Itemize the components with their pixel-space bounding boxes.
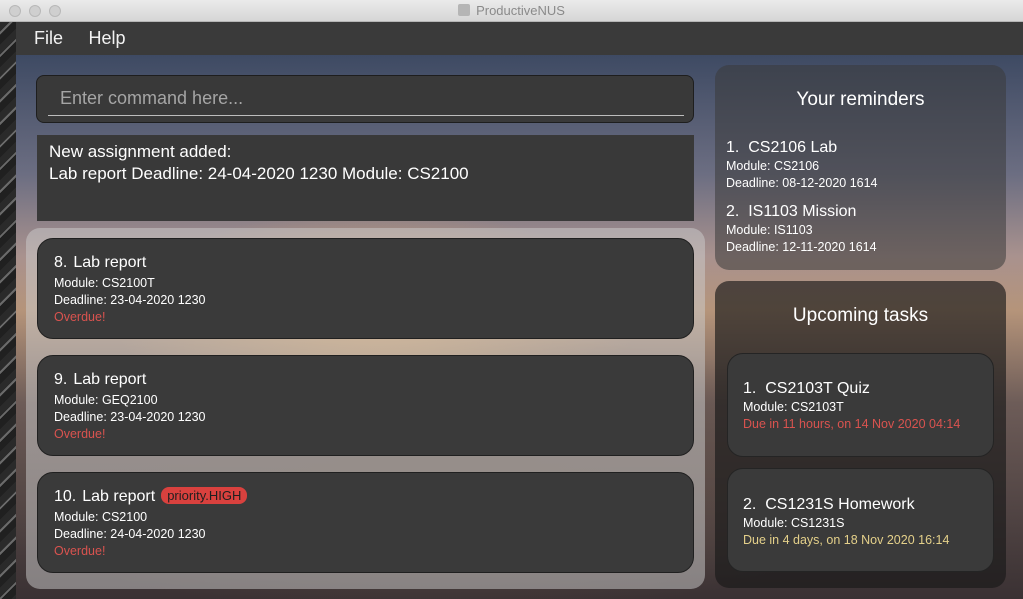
upcoming-due: Due in 4 days, on 18 Nov 2020 16:14 [743,533,950,547]
window-title: ProductiveNUS [476,3,565,18]
upcoming-tasks-panel: Upcoming tasks 1. CS2103T Quiz Module: C… [715,281,1006,588]
upcoming-card[interactable]: 1. CS2103T Quiz Module: CS2103T Due in 1… [727,353,994,457]
upcoming-index: 2. [743,496,757,513]
menu-bar: File Help [16,22,1023,55]
task-deadline: Deadline: 23-04-2020 1230 [54,410,206,424]
upcoming-name: CS2103T Quiz [765,380,870,397]
result-line-1: New assignment added: [49,142,232,161]
task-overdue-status: Overdue! [54,544,106,558]
reminder-item[interactable]: 1. CS2106 Lab Module: CS2106 Deadline: 0… [726,138,996,192]
reminder-deadline: Deadline: 12-11-2020 1614 [726,240,877,254]
task-module: Module: CS2100 [54,510,148,524]
task-card[interactable]: 9. Lab report Module: GEQ2100 Deadline: 2… [37,355,694,456]
upcoming-index: 1. [743,380,757,397]
upcoming-due: Due in 11 hours, on 14 Nov 2020 04:14 [743,417,961,431]
reminder-deadline: Deadline: 08-12-2020 1614 [726,176,878,190]
reminders-title: Your reminders [796,89,925,110]
task-card[interactable]: 8. Lab report Module: CS2100T Deadline: 2… [37,238,694,339]
task-title: 8. Lab report [54,253,677,275]
task-module: Module: CS2100T [54,276,155,290]
task-index: 10. [54,488,77,505]
reminder-name: IS1103 Mission [748,203,857,220]
upcoming-module: Module: CS2103T [743,400,844,414]
menu-help[interactable]: Help [88,22,125,55]
window-title-area: ProductiveNUS [0,0,1023,22]
app-icon [458,4,471,16]
result-display: New assignment added: Lab report Deadlin… [37,135,694,221]
upcoming-module: Module: CS1231S [743,516,845,530]
result-line-2: Lab report Deadline: 24-04-2020 1230 Mod… [49,164,469,183]
title-bar: ProductiveNUS [0,0,1023,22]
task-deadline: Deadline: 24-04-2020 1230 [54,527,206,541]
reminder-title: 2. IS1103 Mission [726,202,996,222]
task-name: Lab report [73,254,147,271]
command-input[interactable] [48,82,684,116]
task-card[interactable]: 10. Lab report priority.HIGH Module: CS210… [37,472,694,573]
task-overdue-status: Overdue! [54,427,106,441]
task-deadline: Deadline: 23-04-2020 1230 [54,293,206,307]
reminder-title: 1. CS2106 Lab [726,138,996,158]
priority-badge: priority.HIGH [161,487,248,504]
main-content: New assignment added: Lab report Deadlin… [16,55,1023,599]
task-title: 9. Lab report [54,370,677,392]
background-strip [0,22,16,599]
reminder-name: CS2106 Lab [748,139,838,156]
upcoming-card[interactable]: 2. CS1231S Homework Module: CS1231S Due … [727,468,994,572]
menu-file[interactable]: File [34,22,63,55]
reminders-panel: Your reminders 1. CS2106 Lab Module: CS2… [715,65,1006,270]
reminder-item[interactable]: 2. IS1103 Mission Module: IS1103 Deadlin… [726,202,996,256]
task-module: Module: GEQ2100 [54,393,158,407]
upcoming-task-title: 1. CS2103T Quiz [743,379,993,399]
upcoming-task-title: 2. CS1231S Homework [743,495,993,515]
upcoming-name: CS1231S Homework [765,496,915,513]
task-index: 8. [54,254,68,271]
reminder-module: Module: CS2106 [726,159,820,173]
task-index: 9. [54,371,68,388]
task-overdue-status: Overdue! [54,310,106,324]
reminder-index: 2. [726,203,740,220]
reminder-module: Module: IS1103 [726,223,813,237]
command-box [36,75,694,123]
upcoming-title: Upcoming tasks [792,305,929,326]
task-title: 10. Lab report priority.HIGH [54,487,677,509]
task-name: Lab report [73,371,147,388]
task-name: Lab report [82,488,156,505]
reminder-index: 1. [726,139,740,156]
task-list-panel[interactable]: 8. Lab report Module: CS2100T Deadline: 2… [26,228,705,589]
